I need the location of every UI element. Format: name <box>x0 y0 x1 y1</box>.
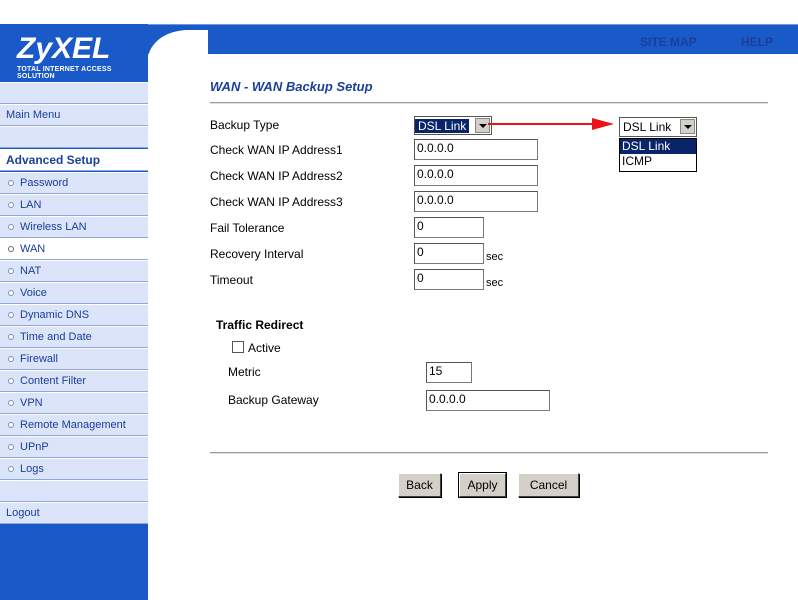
backup-type-select[interactable]: DSL Link <box>414 116 492 135</box>
top-bar <box>148 24 798 54</box>
sidebar-item-vpn[interactable]: VPN <box>0 392 148 414</box>
sidebar-item-label: Content Filter <box>20 375 87 387</box>
bullet-icon <box>8 290 14 297</box>
bullet-icon <box>8 334 14 341</box>
bullet-icon <box>8 180 14 187</box>
fail-tolerance-label: Fail Tolerance <box>210 221 285 235</box>
bullet-icon <box>8 202 14 209</box>
sidebar-item-label: Remote Management <box>20 419 126 431</box>
back-button[interactable]: Back <box>398 473 441 497</box>
recovery-interval-label: Recovery Interval <box>210 247 304 261</box>
apply-button[interactable]: Apply <box>458 472 507 498</box>
metric-label: Metric <box>228 365 261 379</box>
sidebar-item-logout[interactable]: Logout <box>0 502 148 524</box>
title-divider <box>210 102 768 104</box>
sidebar-item-label: UPnP <box>20 441 49 453</box>
sidebar-item-password[interactable]: Password <box>0 172 148 194</box>
bullet-icon <box>8 268 14 275</box>
sidebar-item-label: NAT <box>20 265 42 277</box>
cancel-button[interactable]: Cancel <box>518 473 579 497</box>
callout-select-value: DSL Link <box>623 120 672 134</box>
site-map-link[interactable]: SITE MAP <box>640 35 697 49</box>
callout-dropdown-list: DSL Link ICMP <box>619 138 697 172</box>
sidebar-spacer <box>0 480 148 502</box>
bullet-icon <box>8 312 14 319</box>
brand-name: ZyXEL <box>17 32 111 65</box>
bullet-icon <box>8 356 14 363</box>
sidebar-item-label: Logs <box>20 463 44 475</box>
metric-input[interactable]: 15 <box>426 362 472 383</box>
sidebar-item-firewall[interactable]: Firewall <box>0 348 148 370</box>
sidebar-item-nat[interactable]: NAT <box>0 260 148 282</box>
sidebar-item-logs[interactable]: Logs <box>0 458 148 480</box>
check-wan-ip3-input[interactable]: 0.0.0.0 <box>414 191 538 212</box>
active-checkbox[interactable] <box>232 341 244 353</box>
sidebar-section-advanced-setup[interactable]: Advanced Setup <box>0 149 148 171</box>
dropdown-option-dsl-link[interactable]: DSL Link <box>620 139 696 154</box>
sidebar-item-content-filter[interactable]: Content Filter <box>0 370 148 392</box>
check-wan-ip3-label: Check WAN IP Address3 <box>210 195 343 209</box>
sidebar-item-label: Password <box>20 177 69 189</box>
callout-select[interactable]: DSL Link <box>619 117 697 137</box>
timeout-label: Timeout <box>210 273 253 287</box>
sidebar-item-remote-management[interactable]: Remote Management <box>0 414 148 436</box>
sidebar-item-label: Dynamic DNS <box>20 309 90 321</box>
fail-tolerance-input[interactable]: 0 <box>414 217 484 238</box>
check-wan-ip1-label: Check WAN IP Address1 <box>210 143 343 157</box>
backup-type-value: DSL Link <box>415 118 470 133</box>
bullet-icon <box>8 246 14 253</box>
sidebar-item-voice[interactable]: Voice <box>0 282 148 304</box>
timeout-unit: sec <box>486 277 504 289</box>
brand-tagline: TOTAL INTERNET ACCESS SOLUTION <box>17 66 112 80</box>
bullet-icon <box>8 466 14 473</box>
bullet-icon <box>8 378 14 385</box>
backup-type-label: Backup Type <box>210 118 280 132</box>
chevron-down-icon[interactable] <box>680 119 695 134</box>
active-label: Active <box>248 341 281 355</box>
help-link[interactable]: HELP <box>741 35 773 49</box>
sidebar-item-main-menu[interactable]: Main Menu <box>0 104 148 126</box>
sidebar: Main Menu Advanced Setup Password LAN Wi… <box>0 80 148 600</box>
bullet-icon <box>8 422 14 429</box>
backup-gateway-input[interactable]: 0.0.0.0 <box>426 390 550 411</box>
sidebar-item-label: Firewall <box>20 353 58 365</box>
check-wan-ip1-input[interactable]: 0.0.0.0 <box>414 139 538 160</box>
sidebar-item-label: WAN <box>20 243 46 255</box>
sidebar-item-label: LAN <box>20 199 42 211</box>
page-title: WAN - WAN Backup Setup <box>210 79 373 94</box>
sidebar-item-upnp[interactable]: UPnP <box>0 436 148 458</box>
sidebar-item-label: Voice <box>20 287 47 299</box>
sidebar-item-label: VPN <box>20 397 43 409</box>
recovery-interval-input[interactable]: 0 <box>414 243 484 264</box>
sidebar-spacer <box>0 126 148 148</box>
dropdown-option-icmp[interactable]: ICMP <box>620 154 696 169</box>
header: ZyXEL TOTAL INTERNET ACCESS SOLUTION SIT… <box>0 0 798 80</box>
sidebar-item-time-and-date[interactable]: Time and Date <box>0 326 148 348</box>
backup-gateway-label: Backup Gateway <box>228 393 319 407</box>
bullet-icon <box>8 400 14 407</box>
sidebar-item-lan[interactable]: LAN <box>0 194 148 216</box>
sidebar-item-dynamic-dns[interactable]: Dynamic DNS <box>0 304 148 326</box>
recovery-interval-unit: sec <box>486 251 504 263</box>
bullet-icon <box>8 444 14 451</box>
callout-arrow-icon <box>488 118 614 130</box>
footer-divider <box>210 452 768 454</box>
check-wan-ip2-input[interactable]: 0.0.0.0 <box>414 165 538 186</box>
check-wan-ip2-label: Check WAN IP Address2 <box>210 169 343 183</box>
sidebar-item-label: Time and Date <box>20 331 92 343</box>
sidebar-item-wireless-lan[interactable]: Wireless LAN <box>0 216 148 238</box>
sidebar-item-label: Wireless LAN <box>20 221 87 233</box>
zyxel-logo: ZyXEL TOTAL INTERNET ACCESS SOLUTION <box>0 24 148 80</box>
traffic-redirect-title: Traffic Redirect <box>216 318 304 332</box>
timeout-input[interactable]: 0 <box>414 269 484 290</box>
sidebar-item-wan[interactable]: WAN <box>0 238 148 260</box>
sidebar-spacer <box>0 82 148 104</box>
bullet-icon <box>8 224 14 231</box>
